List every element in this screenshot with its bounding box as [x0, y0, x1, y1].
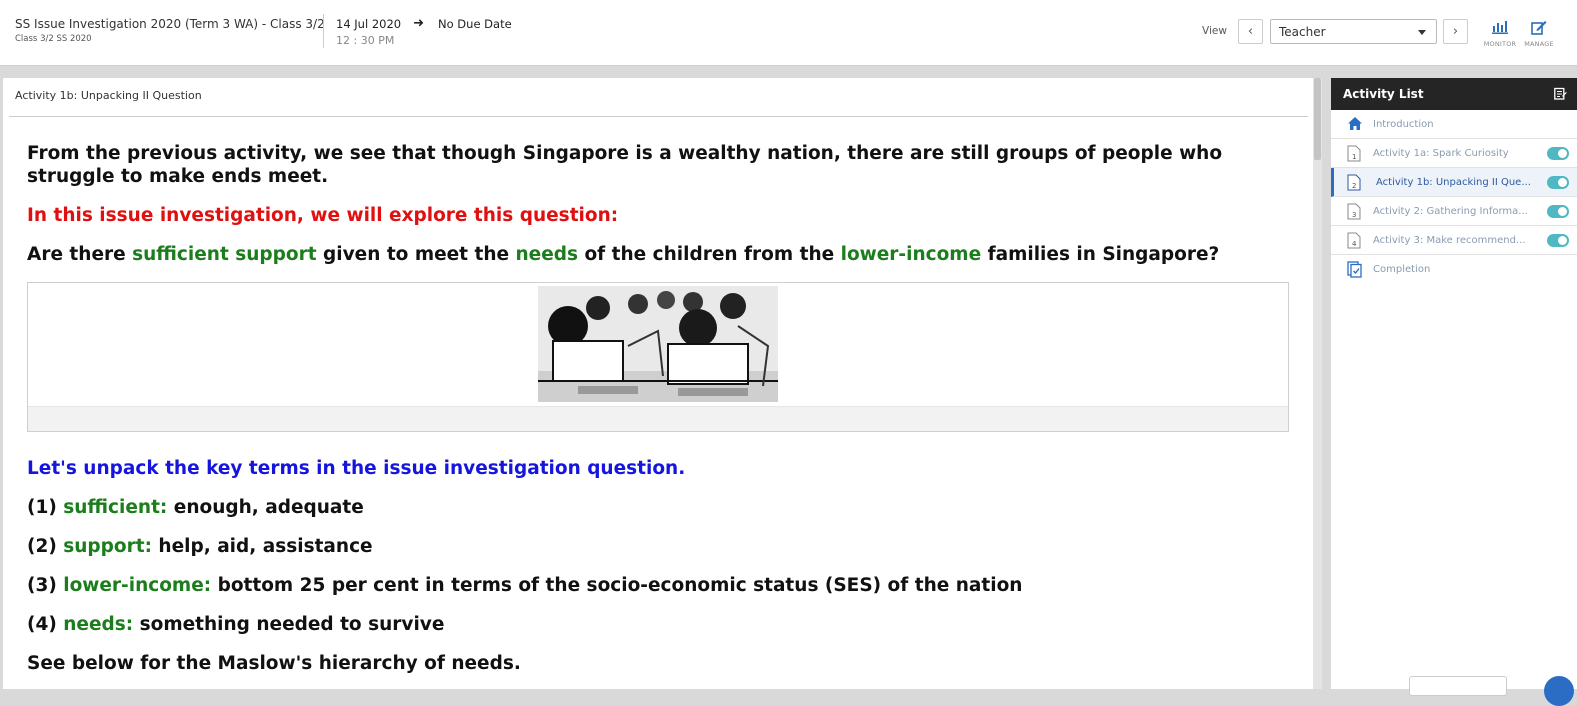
- manage-button[interactable]: MANAGE: [1521, 18, 1557, 48]
- header-divider: [323, 14, 324, 48]
- activity-body: From the previous activity, we see that …: [27, 142, 1297, 689]
- view-select[interactable]: Teacher: [1270, 19, 1437, 44]
- chevron-right-icon: ›: [1452, 24, 1459, 39]
- activity-item-completion[interactable]: Completion: [1331, 255, 1577, 284]
- term-item: (3) lower-income: bottom 25 per cent in …: [27, 574, 1297, 597]
- manage-label: MANAGE: [1524, 40, 1554, 48]
- term-definition: something needed to survive: [133, 614, 445, 635]
- activity-item-label: Activity 2: Gathering Informa...: [1373, 205, 1528, 217]
- activity-item-introduction[interactable]: Introduction: [1331, 110, 1577, 139]
- activity-breadcrumb: Activity 1b: Unpacking II Question: [15, 89, 202, 102]
- monitor-label: MONITOR: [1483, 40, 1517, 48]
- home-icon: [1347, 116, 1363, 134]
- lesson-subtitle: Class 3/2 SS 2020: [15, 34, 92, 44]
- monitor-button[interactable]: MONITOR: [1480, 18, 1520, 48]
- view-select-value: Teacher: [1279, 25, 1326, 39]
- activity-item-label: Activity 1a: Spark Curiosity: [1373, 147, 1509, 159]
- term-keyword: lower-income:: [63, 575, 212, 596]
- intro-paragraph: From the previous activity, we see that …: [27, 143, 1223, 187]
- issue-question: Are there sufficient support given to me…: [27, 243, 1297, 266]
- question-text: of the children from the: [578, 244, 841, 265]
- activity-content-panel: Activity 1b: Unpacking II Question From …: [3, 78, 1313, 689]
- term-number: (1): [27, 497, 64, 518]
- chevron-left-icon: ‹: [1247, 24, 1254, 39]
- activity-item-2[interactable]: 3 Activity 2: Gathering Informa...: [1331, 197, 1577, 226]
- start-time: 12 : 30 PM: [336, 34, 395, 47]
- lesson-title: SS Issue Investigation 2020 (Term 3 WA) …: [15, 17, 325, 31]
- visibility-toggle[interactable]: [1547, 147, 1569, 160]
- svg-text:4: 4: [1352, 240, 1357, 248]
- question-intro: In this issue investigation, we will exp…: [27, 205, 619, 226]
- start-date: 14 Jul 2020: [336, 16, 402, 31]
- activity-item-1b[interactable]: 2 Activity 1b: Unpacking II Que...: [1331, 168, 1577, 197]
- bottom-widget[interactable]: [1409, 676, 1507, 696]
- activity-list-header: Activity List: [1331, 78, 1577, 110]
- question-text: families in Singapore?: [981, 244, 1220, 265]
- term-item: (1) sufficient: enough, adequate: [27, 496, 1297, 519]
- bar-chart-icon: [1480, 18, 1520, 36]
- maslow-line: See below for the Maslow's hierarchy of …: [27, 653, 521, 674]
- activity-item-label: Activity 3: Make recommend...: [1373, 234, 1526, 246]
- page-icon: 3: [1347, 203, 1361, 223]
- list-edit-icon[interactable]: [1554, 87, 1567, 103]
- edit-icon: [1521, 18, 1557, 36]
- content-scrollbar[interactable]: [1313, 78, 1322, 689]
- activity-item-3[interactable]: 4 Activity 3: Make recommend...: [1331, 226, 1577, 255]
- previous-button[interactable]: ‹: [1238, 19, 1263, 44]
- due-date: No Due Date: [438, 16, 512, 31]
- svg-text:1: 1: [1352, 153, 1356, 161]
- activity-item-label: Introduction: [1373, 118, 1434, 130]
- term-keyword: sufficient:: [63, 497, 168, 518]
- arrow-right-icon: ➜: [413, 16, 424, 31]
- question-text: given to meet the: [316, 244, 516, 265]
- next-button[interactable]: ›: [1443, 19, 1468, 44]
- visibility-toggle[interactable]: [1547, 205, 1569, 218]
- top-header: SS Issue Investigation 2020 (Term 3 WA) …: [0, 0, 1577, 66]
- term-number: (2): [27, 536, 64, 557]
- question-text: Are there: [27, 244, 133, 265]
- unpack-heading: Let's unpack the key terms in the issue …: [27, 458, 686, 479]
- activity-item-1a[interactable]: 1 Activity 1a: Spark Curiosity: [1331, 139, 1577, 168]
- term-item: (4) needs: something needed to survive: [27, 613, 1297, 636]
- visibility-toggle[interactable]: [1547, 234, 1569, 247]
- students-studying-illustration: [538, 286, 778, 402]
- help-fab-button[interactable]: [1544, 676, 1574, 706]
- activity-list-title: Activity List: [1343, 87, 1424, 101]
- activity-item-label: Completion: [1373, 264, 1431, 275]
- caret-down-icon: [1418, 30, 1426, 35]
- view-label: View: [1202, 25, 1227, 37]
- svg-text:3: 3: [1352, 211, 1356, 219]
- completion-icon: [1347, 261, 1363, 281]
- activity-item-label: Activity 1b: Unpacking II Que...: [1376, 176, 1531, 188]
- keyword-needs: needs: [515, 244, 579, 265]
- term-number: (3): [27, 575, 64, 596]
- visibility-toggle[interactable]: [1547, 176, 1569, 189]
- page-icon: 4: [1347, 232, 1361, 252]
- term-number: (4): [27, 614, 64, 635]
- term-definition: enough, adequate: [167, 497, 364, 518]
- keyword-lower-income: lower-income: [840, 244, 982, 265]
- image-container: [27, 282, 1289, 432]
- page-icon: 1: [1347, 145, 1361, 165]
- term-definition: bottom 25 per cent in terms of the socio…: [211, 575, 1023, 596]
- keyword-sufficient-support: sufficient support: [132, 244, 317, 265]
- term-definition: help, aid, assistance: [151, 536, 373, 557]
- svg-text:2: 2: [1352, 182, 1356, 190]
- activity-list-sidebar: Activity List Introduction 1 Activity 1a…: [1331, 78, 1577, 689]
- page-icon: 2: [1347, 174, 1361, 194]
- term-keyword: support:: [63, 536, 152, 557]
- scrollbar-thumb[interactable]: [1314, 78, 1321, 160]
- schedule-block: 14 Jul 2020 ➜ No Due Date 12 : 30 PM: [336, 16, 512, 47]
- term-item: (2) support: help, aid, assistance: [27, 535, 1297, 558]
- image-caption-bar: [28, 406, 1288, 431]
- breadcrumb-divider: [9, 116, 1308, 117]
- term-keyword: needs:: [63, 614, 134, 635]
- lesson-title-block: SS Issue Investigation 2020 (Term 3 WA) …: [15, 17, 325, 44]
